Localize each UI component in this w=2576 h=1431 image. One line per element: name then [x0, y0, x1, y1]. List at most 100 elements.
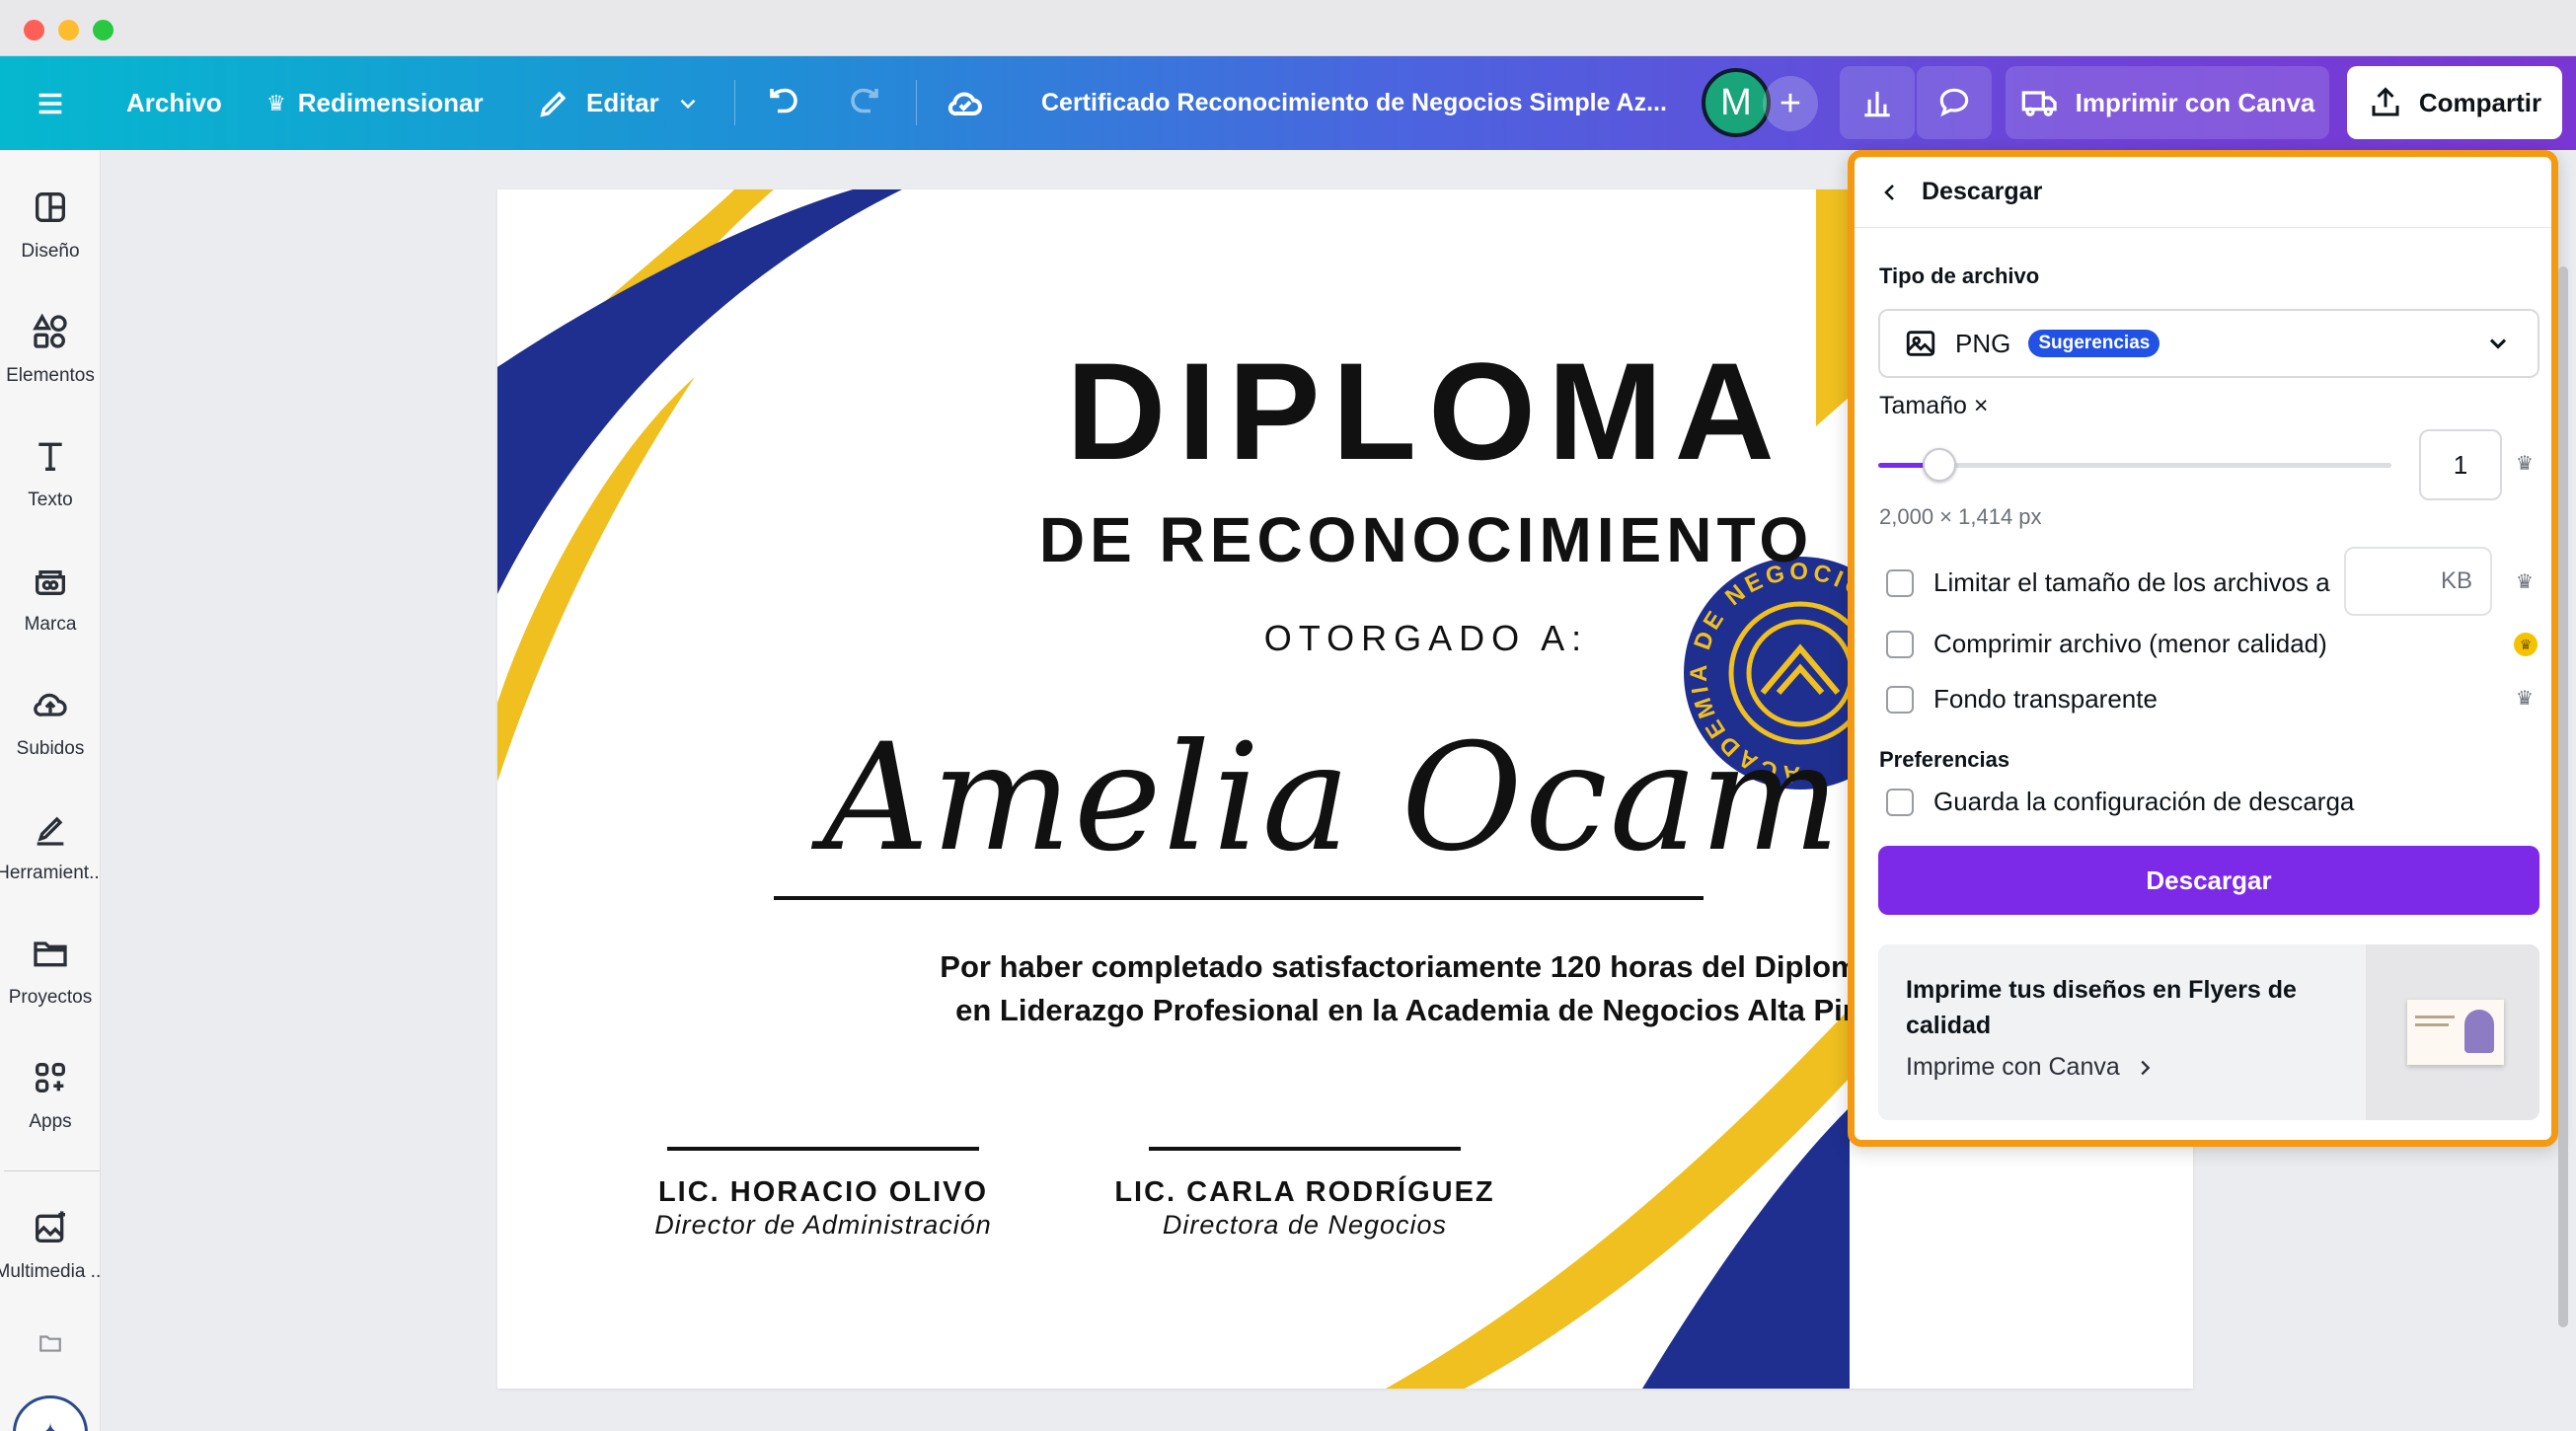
minimize-window-button[interactable]	[58, 20, 79, 40]
sidebar-label: Multimedia ...	[0, 1261, 101, 1282]
sparkle-icon: ✦	[38, 1417, 61, 1431]
signer-name-2: LIC. CARLA RODRÍGUEZ	[1114, 1176, 1495, 1208]
undo-button[interactable]	[766, 56, 801, 150]
share-upload-icon	[2372, 87, 2399, 116]
left-sidebar: Diseño Elementos Texto Marca Subidos Her…	[0, 150, 101, 1431]
sidebar-item-multimedia[interactable]: Multimedia ...	[0, 1208, 101, 1317]
sidebar-item-design[interactable]: Diseño	[0, 188, 100, 296]
user-avatar[interactable]: M	[1702, 68, 1771, 137]
download-button[interactable]: Descargar	[1878, 846, 2539, 915]
close-window-button[interactable]	[24, 20, 44, 40]
sidebar-label: Apps	[29, 1111, 72, 1132]
sidebar-label: Herramient...	[0, 863, 101, 883]
signature-line-2	[1149, 1147, 1461, 1151]
chevron-down-icon	[2489, 339, 2507, 349]
print-promo-card[interactable]: Imprime tus diseños en Flyers de calidad…	[1878, 944, 2539, 1120]
sidebar-label: Texto	[28, 490, 73, 510]
sidebar-label: Marca	[24, 614, 77, 635]
print-with-canva-link[interactable]: Imprime con Canva	[1906, 1053, 2156, 1082]
draw-pen-icon	[37, 816, 64, 846]
sidebar-item-tools[interactable]: Herramient...	[0, 809, 101, 918]
chevron-right-icon	[2141, 1060, 2151, 1075]
brand-kit-icon	[36, 570, 65, 595]
sidebar-item-apps[interactable]: Apps	[0, 1058, 100, 1167]
print-with-canva-button[interactable]: Imprimir con Canva	[2006, 66, 2329, 139]
checkbox-box[interactable]	[1886, 630, 1914, 658]
shapes-icon	[33, 313, 67, 348]
sidebar-item-uploads[interactable]: Subidos	[0, 685, 100, 793]
share-button[interactable]: Compartir	[2347, 66, 2562, 139]
sidebar-item-brand[interactable]: Marca	[0, 561, 100, 669]
flyer-preview-image	[2366, 944, 2539, 1120]
insights-button[interactable]	[1840, 66, 1915, 139]
sidebar-label: Subidos	[16, 738, 85, 759]
comment-icon	[1939, 88, 1969, 117]
cloud-save-status[interactable]	[946, 56, 985, 150]
image-sparkle-icon	[36, 1211, 65, 1243]
maximize-window-button[interactable]	[93, 20, 114, 40]
comments-button[interactable]	[1917, 66, 1992, 139]
signature-line-1	[667, 1147, 979, 1151]
add-collaborator-button[interactable]: +	[1763, 76, 1818, 131]
suggestions-badge: Sugerencias	[2028, 330, 2160, 357]
sidebar-item-text[interactable]: Texto	[0, 436, 100, 545]
download-panel-header: Descargar	[1855, 157, 2551, 228]
promo-link-label: Imprime con Canva	[1906, 1053, 2120, 1081]
plus-icon: +	[1779, 82, 1802, 124]
menu-button[interactable]	[34, 56, 67, 150]
top-toolbar: Archivo ♛ Redimensionar Editar Certifica…	[0, 56, 2576, 150]
file-type-select[interactable]: PNG Sugerencias	[1878, 309, 2539, 378]
chevron-down-icon	[680, 99, 696, 109]
file-menu[interactable]: Archivo	[126, 56, 222, 150]
sidebar-label: Elementos	[6, 365, 95, 386]
edit-label: Editar	[586, 88, 659, 117]
document-title-text: Certificado Reconocimiento de Negocios S…	[1041, 89, 1667, 116]
checkbox-box[interactable]	[1886, 685, 1914, 714]
crown-icon: ♛	[2516, 571, 2534, 593]
share-label: Compartir	[2418, 87, 2542, 117]
signer-role-2: Directora de Negocios	[1162, 1210, 1448, 1240]
limit-size-checkbox[interactable]: Limitar el tamaño de los archivos a	[1886, 567, 2330, 598]
sidebar-item-more[interactable]	[0, 1330, 100, 1370]
cloud-check-icon	[947, 92, 982, 115]
download-panel-title: Descargar	[1922, 178, 2043, 205]
transparent-background-checkbox[interactable]: Fondo transparente	[1886, 684, 2158, 715]
file-type-value: PNG	[1955, 328, 2011, 358]
checkbox-box[interactable]	[1886, 568, 1914, 597]
redo-button[interactable]	[847, 56, 882, 150]
text-t-icon	[38, 442, 62, 471]
folder-icon	[34, 941, 67, 967]
size-slider-thumb[interactable]	[1923, 448, 1956, 482]
limit-size-label: Limitar el tamaño de los archivos a	[1933, 567, 2330, 597]
limit-unit: KB	[2440, 567, 2472, 594]
size-slider[interactable]	[1878, 448, 2391, 482]
flyer-thumbnail	[2407, 1000, 2504, 1065]
truck-icon	[2021, 91, 2057, 116]
compress-checkbox[interactable]: Comprimir archivo (menor calidad)	[1886, 629, 2327, 659]
size-input[interactable]: 1	[2419, 429, 2502, 500]
document-title[interactable]: Certificado Reconocimiento de Negocios S…	[1041, 56, 1667, 150]
sidebar-divider	[4, 1170, 100, 1171]
print-label: Imprimir con Canva	[2075, 87, 2315, 117]
back-chevron-icon[interactable]	[1878, 181, 1902, 204]
avatar-initial: M	[1720, 81, 1752, 123]
resize-button[interactable]: ♛ Redimensionar	[266, 56, 484, 150]
sidebar-item-elements[interactable]: Elementos	[0, 312, 100, 420]
flyer-illustration	[2464, 1010, 2494, 1053]
recipient-underline	[774, 896, 1704, 900]
layout-icon	[36, 192, 65, 222]
file-type-label: Tipo de archivo	[1879, 264, 2040, 288]
flyer-text-line	[2415, 1023, 2449, 1026]
sidebar-item-projects[interactable]: Proyectos	[0, 934, 100, 1042]
sidebar-label: Proyectos	[8, 987, 93, 1008]
size-input-value: 1	[2453, 449, 2468, 480]
save-settings-checkbox[interactable]: Guarda la configuración de descarga	[1886, 787, 2354, 817]
undo-icon	[770, 88, 797, 113]
output-dimensions: 2,000 × 1,414 px	[1879, 504, 2042, 529]
magic-assistant-button[interactable]: ✦	[13, 1395, 88, 1431]
edit-button[interactable]: Editar	[537, 56, 701, 150]
crown-icon: ♛	[2516, 453, 2534, 475]
limit-size-input[interactable]: KB	[2344, 547, 2492, 616]
checkbox-box[interactable]	[1886, 788, 1914, 816]
panel-scrollbar[interactable]	[2558, 266, 2568, 1327]
